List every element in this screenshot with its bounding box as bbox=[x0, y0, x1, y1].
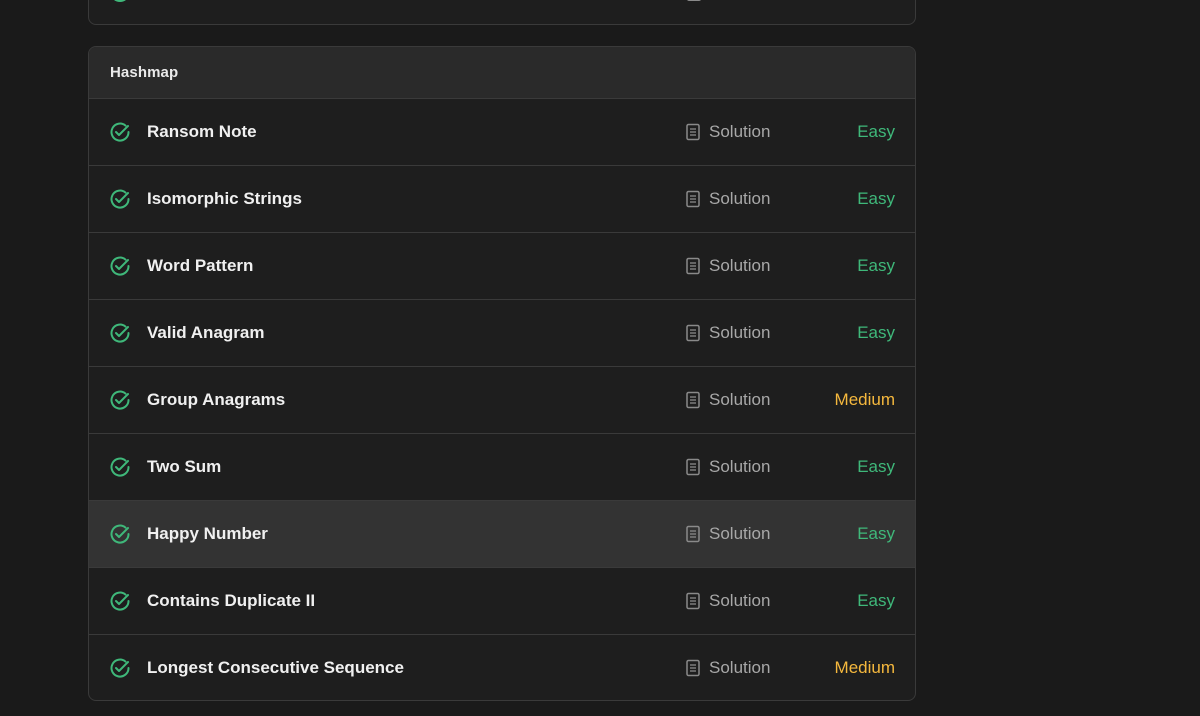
difficulty-badge: Medium bbox=[834, 658, 895, 677]
page: Hashmap Ransom Note Solution Easy Isomor… bbox=[0, 0, 1200, 716]
solution-label[interactable]: Solution bbox=[709, 591, 770, 611]
solution-label[interactable]: Solution bbox=[709, 122, 770, 142]
document-icon bbox=[687, 0, 701, 1]
problem-row-valid-anagram[interactable]: Valid Anagram Solution Easy bbox=[89, 299, 915, 366]
difficulty-badge: Easy bbox=[857, 256, 895, 275]
document-icon bbox=[686, 190, 700, 208]
problem-row-group-anagrams[interactable]: Group Anagrams Solution Medium bbox=[89, 366, 915, 433]
solution-label[interactable]: Solution bbox=[709, 524, 770, 544]
difficulty-badge: Easy bbox=[857, 323, 895, 342]
difficulty-badge: Medium bbox=[834, 390, 895, 409]
solution-label[interactable]: Solution bbox=[709, 390, 770, 410]
problem-title[interactable]: Two Sum bbox=[147, 457, 221, 477]
problem-row-happy-number[interactable]: Happy Number Solution Easy bbox=[89, 500, 915, 567]
check-circle-icon bbox=[110, 591, 130, 611]
problem-row-contains-duplicate-ii[interactable]: Contains Duplicate II Solution Easy bbox=[89, 567, 915, 634]
problem-row-longest-consecutive-sequence[interactable]: Longest Consecutive Sequence Solution Me… bbox=[89, 634, 915, 700]
document-icon bbox=[686, 257, 700, 275]
hashmap-section-card: Hashmap Ransom Note Solution Easy Isomor… bbox=[88, 46, 916, 701]
problem-title[interactable]: Happy Number bbox=[147, 524, 268, 544]
solution-label[interactable]: Solution bbox=[709, 256, 770, 276]
solution-label[interactable]: Solution bbox=[709, 323, 770, 343]
problem-row-two-sum[interactable]: Two Sum Solution Easy bbox=[89, 433, 915, 500]
document-icon bbox=[686, 659, 700, 677]
check-circle-icon bbox=[110, 122, 130, 142]
problem-title[interactable]: Longest Consecutive Sequence bbox=[147, 658, 404, 678]
document-icon bbox=[686, 525, 700, 543]
check-circle-icon bbox=[110, 189, 130, 209]
document-icon bbox=[686, 458, 700, 476]
solution-label[interactable]: Solution bbox=[709, 457, 770, 477]
solution-link[interactable]: Solution bbox=[685, 591, 770, 611]
previous-section-card bbox=[88, 0, 916, 25]
document-icon bbox=[686, 592, 700, 610]
solution-link[interactable]: Solution bbox=[685, 524, 770, 544]
solution-link[interactable]: Solution bbox=[685, 256, 770, 276]
difficulty-badge: Easy bbox=[857, 189, 895, 208]
solution-link[interactable]: Solution bbox=[685, 323, 770, 343]
check-circle-icon bbox=[110, 457, 130, 477]
check-circle-icon bbox=[109, 0, 131, 3]
check-circle-icon bbox=[110, 323, 130, 343]
check-circle-icon bbox=[110, 658, 130, 678]
solution-link[interactable]: Solution bbox=[685, 457, 770, 477]
problem-title[interactable]: Valid Anagram bbox=[147, 323, 264, 343]
document-icon bbox=[686, 391, 700, 409]
document-icon bbox=[686, 123, 700, 141]
check-circle-icon bbox=[110, 256, 130, 276]
solution-label[interactable]: Solution bbox=[709, 189, 770, 209]
solution-label[interactable]: Solution bbox=[709, 658, 770, 678]
problem-row-isomorphic-strings[interactable]: Isomorphic Strings Solution Easy bbox=[89, 165, 915, 232]
problem-title[interactable]: Ransom Note bbox=[147, 122, 257, 142]
solution-link[interactable]: Solution bbox=[685, 390, 770, 410]
difficulty-badge: Easy bbox=[857, 457, 895, 476]
problem-title[interactable]: Word Pattern bbox=[147, 256, 253, 276]
solution-link[interactable]: Solution bbox=[685, 122, 770, 142]
problem-row-word-pattern[interactable]: Word Pattern Solution Easy bbox=[89, 232, 915, 299]
problem-title[interactable]: Group Anagrams bbox=[147, 390, 285, 410]
check-circle-icon bbox=[110, 524, 130, 544]
document-icon bbox=[686, 324, 700, 342]
solution-link[interactable]: Solution bbox=[685, 189, 770, 209]
problem-row-ransom-note[interactable]: Ransom Note Solution Easy bbox=[89, 98, 915, 165]
check-circle-icon bbox=[110, 390, 130, 410]
section-title: Hashmap bbox=[110, 64, 179, 81]
difficulty-badge: Easy bbox=[857, 591, 895, 610]
section-header: Hashmap bbox=[89, 47, 915, 98]
problem-title[interactable]: Isomorphic Strings bbox=[147, 189, 302, 209]
solution-link[interactable]: Solution bbox=[685, 658, 770, 678]
difficulty-badge: Easy bbox=[857, 524, 895, 543]
difficulty-badge: Easy bbox=[857, 122, 895, 141]
problem-title[interactable]: Contains Duplicate II bbox=[147, 591, 315, 611]
